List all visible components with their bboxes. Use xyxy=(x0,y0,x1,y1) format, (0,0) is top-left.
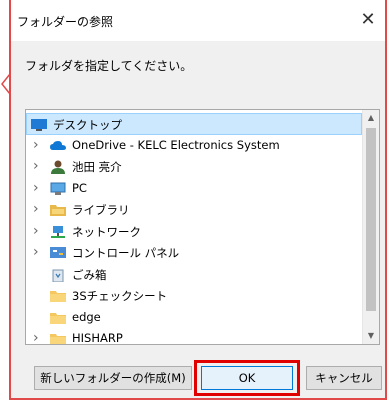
tree-item[interactable]: › ネットワーク xyxy=(26,221,362,243)
tree-item[interactable]: › コントロール パネル xyxy=(26,242,362,264)
tree-item-label: OneDrive - KELC Electronics System xyxy=(72,137,280,152)
cancel-button[interactable]: キャンセル xyxy=(306,366,382,390)
library-folder-icon xyxy=(50,202,66,216)
folder-tree-rows: デスクトップ › OneDrive - KELC Electronics Syste… xyxy=(26,113,362,345)
expand-chevron-icon[interactable]: › xyxy=(33,181,43,195)
folder-browse-dialog: フォルダーの参照 ✕ フォルダを指定してください。 デスクトップ › OneDriv… xyxy=(9,0,387,400)
tree-item[interactable]: ごみ箱 xyxy=(26,264,362,286)
tree-item-label: デスクトップ xyxy=(53,118,122,132)
expand-chevron-icon[interactable]: › xyxy=(33,202,43,216)
tree-item-label: PC xyxy=(72,180,87,195)
expand-chevron-icon[interactable]: › xyxy=(33,159,43,173)
title-bar: フォルダーの参照 ✕ xyxy=(11,0,385,41)
vertical-scrollbar[interactable]: ▲ ▼ xyxy=(362,110,379,344)
folder-tree[interactable]: デスクトップ › OneDrive - KELC Electronics Syste… xyxy=(25,109,380,345)
expand-chevron-icon[interactable]: › xyxy=(33,245,43,259)
tree-item-label: ライブラリ xyxy=(72,203,130,217)
new-folder-button[interactable]: 新しいフォルダーの作成(M) xyxy=(34,366,192,390)
tree-item[interactable]: › 池田 亮介 xyxy=(26,156,362,178)
folder-icon xyxy=(50,331,66,344)
left-chevron-icon xyxy=(1,73,11,95)
tree-item-label: コントロール パネル xyxy=(72,246,180,260)
network-icon xyxy=(50,224,66,238)
tree-item-label: edge xyxy=(72,309,101,324)
expand-chevron-icon[interactable]: › xyxy=(33,331,43,344)
tree-item-label: 3Sチェックシート xyxy=(72,289,168,303)
scroll-up-icon[interactable]: ▲ xyxy=(363,110,379,126)
tree-item[interactable]: edge xyxy=(26,307,362,329)
dialog-title: フォルダーの参照 xyxy=(17,15,114,29)
user-icon xyxy=(50,159,66,174)
tree-item[interactable]: › ライブラリ xyxy=(26,199,362,221)
pc-icon xyxy=(50,181,66,195)
control-panel-icon xyxy=(50,245,66,259)
expand-chevron-icon[interactable]: › xyxy=(33,138,43,152)
tree-item[interactable]: 3Sチェックシート xyxy=(26,285,362,307)
tree-item[interactable]: デスクトップ xyxy=(26,113,362,135)
desktop-icon xyxy=(31,117,47,131)
onedrive-cloud-icon xyxy=(50,138,66,152)
tree-item-label: 池田 亮介 xyxy=(72,160,122,174)
recycle-bin-icon xyxy=(50,267,66,282)
folder-icon xyxy=(50,310,66,324)
tree-item-label: ごみ箱 xyxy=(72,267,107,282)
tree-item[interactable]: › HISHARP xyxy=(26,328,362,345)
close-icon[interactable]: ✕ xyxy=(357,9,379,31)
tree-item[interactable]: › PC xyxy=(26,178,362,200)
expand-chevron-icon[interactable]: › xyxy=(33,224,43,238)
folder-icon xyxy=(50,288,66,302)
tree-item[interactable]: › OneDrive - KELC Electronics System xyxy=(26,135,362,157)
scroll-thumb[interactable] xyxy=(366,128,376,311)
instruction-text: フォルダを指定してください。 xyxy=(25,59,193,73)
tree-item-label: ネットワーク xyxy=(72,224,141,239)
scroll-down-icon[interactable]: ▼ xyxy=(363,328,379,344)
tree-item-label: HISHARP xyxy=(72,331,123,345)
ok-button-highlight xyxy=(194,360,300,396)
